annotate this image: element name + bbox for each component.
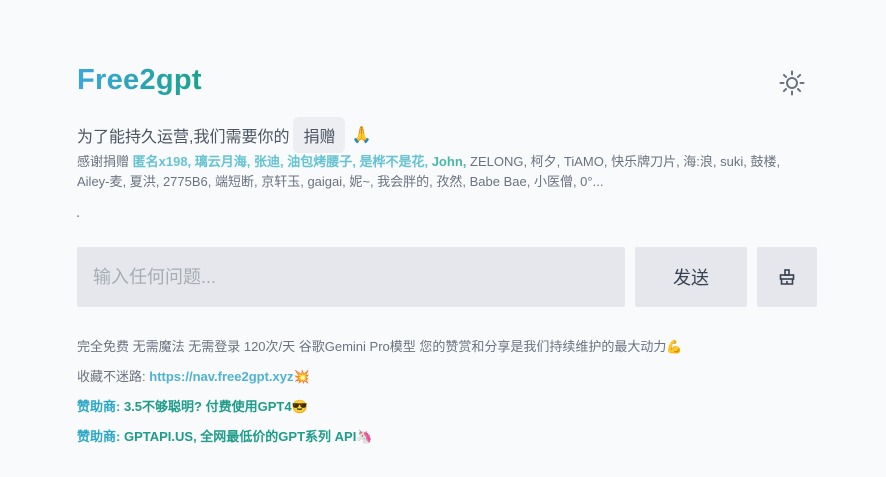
donate-line: 为了能持久运营,我们需要你的 捐赠 🙏 — [77, 117, 372, 153]
donate-text: 为了能持久运营,我们需要你的 — [77, 129, 290, 146]
send-button[interactable]: 发送 — [635, 247, 747, 307]
donate-button[interactable]: 捐赠 — [293, 117, 346, 153]
sponsor-line-2: 赞助商: GPTAPI.US, 全网最低价的GPT系列 API🦄 — [77, 427, 683, 457]
page: Free2gpt 为了能持久运营,我们需要你的 捐赠 🙏 感谢捐赠 匿名x198… — [0, 0, 886, 477]
separator-dot: . — [76, 206, 81, 221]
sponsor-label: 赞助商: — [77, 399, 121, 414]
footer-bookmark: 收藏不迷路: https://nav.free2gpt.xyz💥 — [77, 367, 683, 397]
app-title: Free2gpt — [77, 64, 202, 96]
sun-icon — [779, 70, 805, 96]
bookmark-link[interactable]: https://nav.free2gpt.xyz — [149, 369, 293, 384]
footer: 完全免费 无需魔法 无需登录 120次/天 谷歌Gemini Pro模型 您的赞… — [77, 337, 683, 457]
chat-input[interactable] — [77, 247, 625, 307]
clear-history-button[interactable] — [757, 247, 817, 307]
bookmark-emoji: 💥 — [293, 369, 310, 384]
clear-history-icon — [779, 269, 795, 285]
donor-highlighted: 匿名x198, 璃云月海, 张迪, 油包烤腰子, 是桦不是花, — [132, 154, 429, 169]
pray-icon: 🙏 — [351, 127, 372, 144]
donor-thanks: 感谢捐赠 匿名x198, 璃云月海, 张迪, 油包烤腰子, 是桦不是花, Joh… — [77, 152, 812, 192]
thanks-prefix: 感谢捐赠 — [77, 154, 130, 169]
sponsor-link-gptapi[interactable]: GPTAPI.US, 全网最低价的GPT系列 API🦄 — [124, 429, 373, 444]
theme-toggle-button[interactable] — [778, 69, 806, 97]
sponsor-label: 赞助商: — [77, 429, 121, 444]
bookmark-label: 收藏不迷路: — [77, 369, 146, 384]
sponsor-line-1: 赞助商: 3.5不够聪明? 付费使用GPT4😎 — [77, 397, 683, 427]
sponsor-link-gpt4[interactable]: 3.5不够聪明? 付费使用GPT4😎 — [124, 399, 308, 414]
footer-info: 完全免费 无需魔法 无需登录 120次/天 谷歌Gemini Pro模型 您的赞… — [77, 339, 683, 354]
donor-highlighted-2: John, — [431, 154, 467, 169]
